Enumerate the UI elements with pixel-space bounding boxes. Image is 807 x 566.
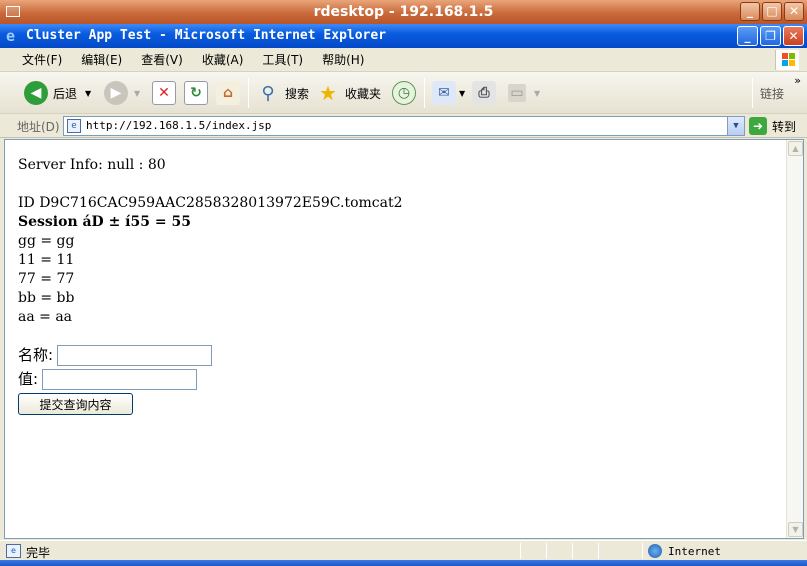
rdesktop-title-bar: rdesktop - 192.168.1.5 _ □ ✕ [0,0,807,24]
search-button[interactable]: ⚲ 搜索 [256,80,309,106]
standard-toolbar: ◀ 后退 ▼ ▶ ▼ ✕ ↻ ⌂ ⚲ 搜索 ★ 收藏夹 ◷ ✉ ▼ ⎙ ▭ ▼ … [0,72,807,114]
scroll-down-icon[interactable]: ▼ [788,522,803,537]
session-id: ID D9C716CAC959AAC2858328013972E59C.tomc… [18,195,403,211]
submit-button[interactable]: 提交查询内容 [18,393,133,415]
session-line: Session áD ± í55 = 55 [18,214,191,230]
maximize-icon[interactable]: □ [762,2,782,21]
status-text: 完毕 [26,546,51,560]
attribute-item: 11 = 11 [18,252,75,268]
edit-icon: ▭ [508,84,526,102]
attribute-item: bb = bb [18,290,75,306]
go-button[interactable]: ➜ 转到 [749,117,796,135]
mail-dropdown-icon[interactable]: ▼ [459,89,465,98]
menu-help[interactable]: 帮助(H) [322,51,364,68]
menu-favorites[interactable]: 收藏(A) [202,51,244,68]
search-label: 搜索 [285,86,310,101]
vertical-scrollbar[interactable]: ▲ ▼ [786,140,803,538]
page-icon: e [67,119,81,133]
menu-view[interactable]: 查看(V) [141,51,183,68]
menu-file[interactable]: 文件(F) [22,51,62,68]
globe-icon [648,544,662,558]
name-label: 名称: [18,345,54,364]
forward-arrow-icon: ▶ [104,81,128,105]
back-button[interactable]: ◀ 后退 ▼ [24,80,91,106]
minimize-icon[interactable]: _ [737,26,758,46]
history-icon: ◷ [392,81,416,105]
toolbar-separator [424,78,425,108]
menu-edit[interactable]: 编辑(E) [81,51,122,68]
attribute-item: gg = gg [18,233,75,249]
windows-logo-icon [775,50,799,70]
attribute-item: aa = aa [18,309,73,325]
value-row: 值: [18,367,786,391]
name-row: 名称: [18,343,786,367]
window-title: Cluster App Test - Microsoft Internet Ex… [26,28,387,43]
mail-icon: ✉ [432,81,456,105]
menu-tools[interactable]: 工具(T) [262,51,303,68]
window-menu-icon[interactable] [6,6,20,17]
favorites-label: 收藏夹 [345,86,382,101]
home-icon: ⌂ [216,81,240,105]
back-label: 后退 [53,86,78,101]
value-input[interactable] [42,368,198,390]
search-icon: ⚲ [261,82,275,104]
print-button[interactable]: ⎙ [472,80,496,106]
status-divider [642,543,643,559]
close-icon[interactable]: ✕ [783,26,804,46]
restore-icon[interactable]: ❐ [760,26,781,46]
close-icon[interactable]: ✕ [784,2,804,21]
taskbar-strip [0,560,807,566]
toolbar-separator [752,78,753,108]
refresh-button[interactable]: ↻ [184,80,208,106]
forward-button[interactable]: ▶ ▼ [104,80,140,106]
stop-button[interactable]: ✕ [152,80,176,106]
status-divider [546,543,547,559]
ie-logo-icon: e [6,27,16,45]
address-label: 地址(D) [17,120,60,134]
address-input[interactable]: e http://192.168.1.5/index.jsp ▼ [63,116,745,136]
minimize-icon[interactable]: _ [740,2,760,21]
go-arrow-icon: ➜ [749,117,767,135]
forward-dropdown-icon[interactable]: ▼ [134,89,140,98]
rdesktop-title: rdesktop - 192.168.1.5 [313,4,494,20]
browser-viewport: Server Info: null : 80 ID D9C716CAC959AA… [4,139,804,539]
toolbar-separator [248,78,249,108]
zone-label: Internet [668,544,721,558]
home-button[interactable]: ⌂ [216,80,240,106]
value-label: 值: [18,369,39,388]
links-label: 链接 [760,86,785,101]
history-button[interactable]: ◷ [392,80,416,106]
security-zone: Internet [648,544,721,558]
menu-bar: 文件(F) 编辑(E) 查看(V) 收藏(A) 工具(T) 帮助(H) [0,48,807,72]
refresh-icon: ↻ [184,81,208,105]
status-divider [598,543,599,559]
page-body: Server Info: null : 80 ID D9C716CAC959AA… [5,140,786,538]
address-bar: 地址(D) e http://192.168.1.5/index.jsp ▼ ➜… [0,114,807,138]
scroll-up-icon[interactable]: ▲ [788,141,803,156]
chevron-right-icon[interactable]: » [794,74,801,87]
go-label: 转到 [772,119,797,134]
server-info: Server Info: null : 80 [18,157,166,173]
star-icon: ★ [319,81,337,105]
printer-icon: ⎙ [472,81,496,105]
status-divider [520,543,521,559]
status-divider [572,543,573,559]
mail-button[interactable]: ✉ ▼ [432,80,465,106]
attribute-item: 77 = 77 [18,271,75,287]
edit-button[interactable]: ▭ ▼ [508,80,540,106]
back-dropdown-icon[interactable]: ▼ [85,89,91,98]
page-status-icon: e [6,544,21,558]
address-url: http://192.168.1.5/index.jsp [86,119,272,132]
status-bar: e 完毕 Internet [0,540,807,560]
back-arrow-icon: ◀ [24,81,48,105]
name-input[interactable] [57,344,213,366]
edit-dropdown-icon[interactable]: ▼ [534,89,540,98]
chevron-down-icon[interactable]: ▼ [727,117,744,135]
links-button[interactable]: 链接 [760,80,784,106]
stop-icon: ✕ [152,81,176,105]
ie-title-bar: e Cluster App Test - Microsoft Internet … [0,24,807,48]
favorites-button[interactable]: ★ 收藏夹 [316,80,381,106]
